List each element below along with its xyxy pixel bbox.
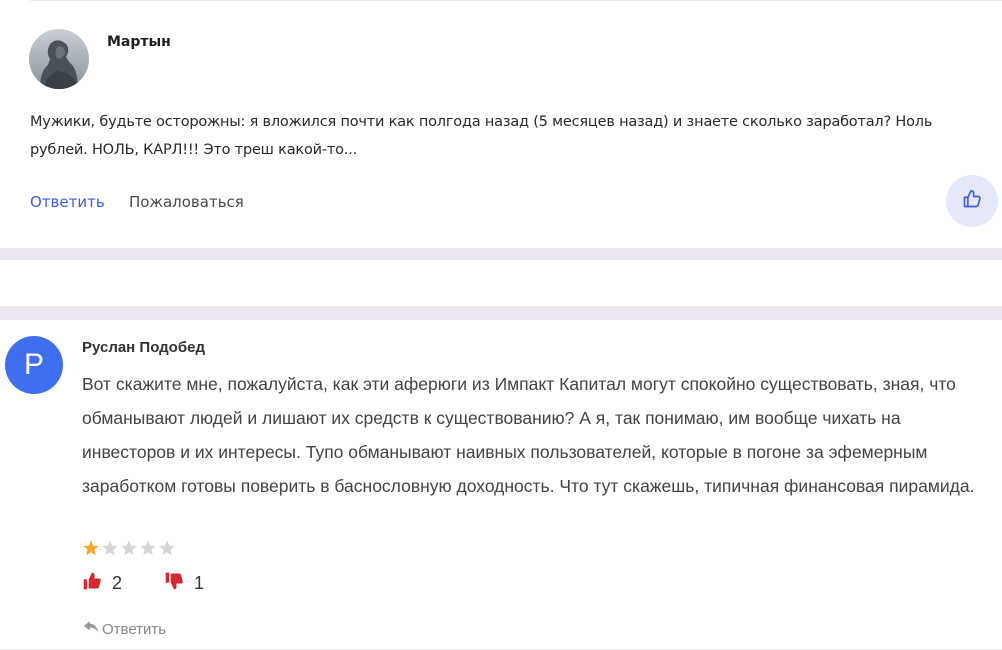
- reply-link[interactable]: Ответить: [30, 193, 105, 211]
- review-author: Руслан Подобед: [82, 339, 205, 356]
- separator-band: [0, 306, 1002, 320]
- thumbs-up-icon: [82, 571, 102, 596]
- report-link[interactable]: Пожаловаться: [129, 193, 244, 211]
- separator-band: [0, 248, 1002, 260]
- comment-text-line: рублей. НОЛЬ, КАРЛ!!! Это треш какой-то.…: [30, 142, 358, 158]
- reply-arrow-icon: [84, 620, 98, 638]
- reply-label: Ответить: [102, 620, 167, 638]
- star-empty-icon: [140, 540, 156, 556]
- reply-link[interactable]: Ответить: [84, 620, 166, 638]
- avatar: [29, 29, 89, 89]
- upvote-count: 2: [112, 573, 123, 593]
- downvote-count: 1: [194, 573, 205, 593]
- comment-text-line: Мужики, будьте осторожны: я вложился поч…: [30, 114, 933, 130]
- star-empty-icon: [121, 540, 137, 556]
- star-empty-icon: [102, 540, 118, 556]
- comment-author: Мартын: [107, 34, 171, 50]
- avatar: Р: [5, 336, 63, 394]
- comment-card: Мартын Мужики, будьте осторожны: я вложи…: [0, 0, 1002, 248]
- review-text: Вот скажите мне, пожалуйста, как эти афе…: [82, 374, 975, 496]
- review-card: Р Руслан Подобед Вот скажите мне, пожалу…: [0, 320, 1002, 650]
- star-empty-icon: [159, 540, 175, 556]
- star-rating: [82, 539, 176, 557]
- thumbs-up-icon: [962, 189, 982, 214]
- spacer: [0, 260, 1002, 306]
- vote-bar: 2 1: [82, 571, 204, 596]
- star-filled-icon: [83, 540, 99, 556]
- like-button[interactable]: [946, 175, 998, 227]
- thumbs-down-icon: [164, 571, 184, 596]
- downvote-button[interactable]: 1: [164, 571, 204, 596]
- upvote-button[interactable]: 2: [82, 571, 122, 596]
- divider: [30, 0, 1002, 1]
- comment-text: Мужики, будьте осторожны: я вложился поч…: [30, 108, 990, 164]
